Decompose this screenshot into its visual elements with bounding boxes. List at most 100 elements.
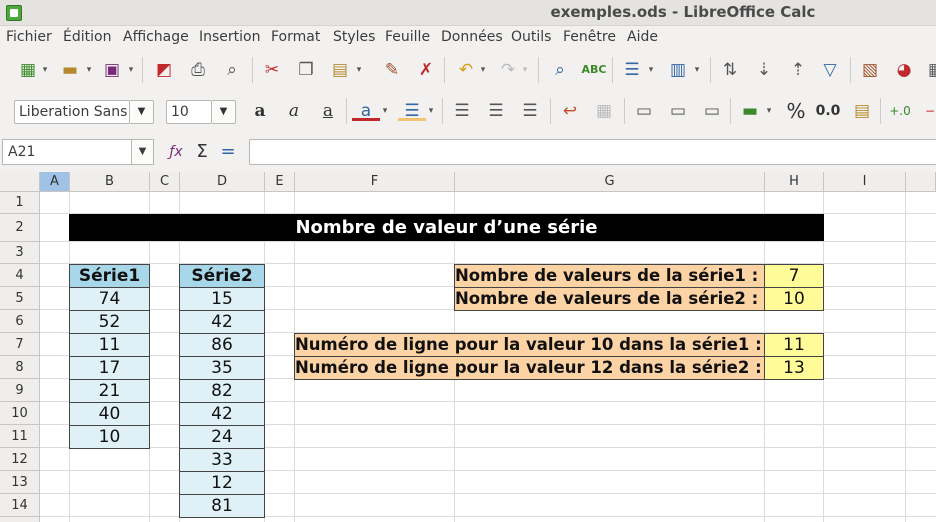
- menu-format[interactable]: Format: [271, 29, 320, 45]
- serie2-header[interactable]: Série2: [179, 264, 265, 288]
- spelling-icon[interactable]: ABC: [580, 57, 608, 83]
- column-header-a[interactable]: A: [40, 172, 70, 192]
- underline-icon[interactable]: a: [314, 98, 342, 124]
- delete-decimal-icon[interactable]: −: [916, 98, 936, 124]
- add-decimal-icon[interactable]: +.0: [886, 98, 914, 124]
- align-left-icon[interactable]: ☰: [448, 98, 476, 124]
- serie2-cell[interactable]: 86: [179, 333, 265, 357]
- italic-icon[interactable]: a: [280, 98, 308, 124]
- redo-icon[interactable]: ↷: [494, 57, 522, 83]
- serie2-cell[interactable]: 82: [179, 379, 265, 403]
- row-icon[interactable]: ☰: [618, 57, 646, 83]
- column-header-h[interactable]: H: [765, 172, 824, 192]
- column-icon[interactable]: ▥: [664, 57, 692, 83]
- open-folder-icon[interactable]: ▬: [56, 57, 84, 83]
- serie1-cell[interactable]: 52: [69, 310, 150, 334]
- print-icon[interactable]: ⎙: [184, 57, 212, 83]
- row-header-12[interactable]: 12: [0, 448, 40, 471]
- new-dropdown-icon[interactable]: ▾: [40, 57, 50, 83]
- highlight-color-icon[interactable]: ☰: [398, 98, 426, 121]
- highlight-color-dropdown-icon[interactable]: ▾: [426, 98, 436, 124]
- serie2-cell[interactable]: 15: [179, 287, 265, 311]
- undo-icon[interactable]: ↶: [452, 57, 480, 83]
- serie2-cell[interactable]: 24: [179, 425, 265, 449]
- align-center-icon[interactable]: ☰: [482, 98, 510, 124]
- save-icon[interactable]: ▣: [98, 57, 126, 83]
- column-header-f[interactable]: F: [295, 172, 455, 192]
- row-dropdown-icon[interactable]: ▾: [646, 57, 656, 83]
- count-serie2-value[interactable]: 10: [764, 287, 824, 311]
- clone-formatting-icon[interactable]: ✎: [378, 57, 406, 83]
- row-header-8[interactable]: 8: [0, 356, 40, 379]
- font-size-dropdown-icon[interactable]: ▼: [212, 100, 236, 124]
- menu-donnees[interactable]: Données: [441, 29, 503, 45]
- row-header-3[interactable]: 3: [0, 242, 40, 264]
- row-value10-label[interactable]: Numéro de ligne pour la valeur 10 dans l…: [294, 333, 765, 357]
- row-value12-value[interactable]: 13: [764, 356, 824, 380]
- menu-insertion[interactable]: Insertion: [199, 29, 260, 45]
- serie2-cell[interactable]: 12: [179, 471, 265, 495]
- serie1-cell[interactable]: 74: [69, 287, 150, 311]
- redo-dropdown-icon[interactable]: ▾: [520, 57, 530, 83]
- column-dropdown-icon[interactable]: ▾: [692, 57, 702, 83]
- export-pdf-icon[interactable]: ◩: [150, 57, 178, 83]
- menu-aide[interactable]: Aide: [627, 29, 658, 45]
- open-dropdown-icon[interactable]: ▾: [84, 57, 94, 83]
- new-document-icon[interactable]: ▦: [14, 57, 42, 83]
- formula-input[interactable]: [249, 139, 936, 165]
- menu-outils[interactable]: Outils: [511, 29, 551, 45]
- row-header-5[interactable]: 5: [0, 287, 40, 310]
- autofilter-icon[interactable]: ▽: [816, 57, 844, 83]
- font-name-dropdown-icon[interactable]: ▼: [130, 100, 154, 124]
- row-value10-value[interactable]: 11: [764, 333, 824, 357]
- row-header-1[interactable]: 1: [0, 192, 40, 214]
- serie2-cell[interactable]: 42: [179, 310, 265, 334]
- pivot-table-icon[interactable]: ▦: [922, 57, 936, 83]
- serie2-cell[interactable]: 33: [179, 448, 265, 472]
- serie2-cell[interactable]: 42: [179, 402, 265, 426]
- number-format-icon[interactable]: 0.0: [814, 98, 842, 124]
- serie2-cell[interactable]: 81: [179, 494, 265, 518]
- serie2-cell[interactable]: 35: [179, 356, 265, 380]
- row-header-2[interactable]: 2: [0, 214, 40, 242]
- font-name-combo[interactable]: Liberation Sans: [14, 100, 130, 124]
- align-bottom-icon[interactable]: ▭: [698, 98, 726, 124]
- clear-formatting-icon[interactable]: ✗: [412, 57, 440, 83]
- font-size-combo[interactable]: 10: [166, 100, 212, 124]
- insert-chart-icon[interactable]: ◕: [890, 57, 918, 83]
- find-replace-icon[interactable]: ⌕: [546, 57, 574, 83]
- row-header-6[interactable]: 6: [0, 310, 40, 333]
- undo-dropdown-icon[interactable]: ▾: [478, 57, 488, 83]
- menu-affichage[interactable]: Affichage: [123, 29, 189, 45]
- wrap-text-icon[interactable]: ↩: [556, 98, 584, 124]
- row-header-14[interactable]: 14: [0, 494, 40, 517]
- row-header-7[interactable]: 7: [0, 333, 40, 356]
- currency-dropdown-icon[interactable]: ▾: [764, 98, 774, 124]
- count-serie1-value[interactable]: 7: [764, 264, 824, 288]
- sort-descending-icon[interactable]: ⇡: [784, 57, 812, 83]
- menu-fichier[interactable]: Fichier: [6, 29, 52, 45]
- column-header-c[interactable]: C: [150, 172, 180, 192]
- bold-icon[interactable]: a: [246, 98, 274, 124]
- menu-fenetre[interactable]: Fenêtre: [563, 29, 616, 45]
- row-header-15[interactable]: [0, 517, 40, 522]
- serie1-cell[interactable]: 11: [69, 333, 150, 357]
- cut-icon[interactable]: ✂: [258, 57, 286, 83]
- column-header-b[interactable]: B: [70, 172, 150, 192]
- font-color-icon[interactable]: a: [352, 98, 380, 121]
- date-format-icon[interactable]: ▤: [848, 98, 876, 124]
- align-middle-icon[interactable]: ▭: [664, 98, 692, 124]
- serie1-header[interactable]: Série1: [69, 264, 150, 288]
- insert-image-icon[interactable]: ▧: [856, 57, 884, 83]
- sum-icon[interactable]: Σ: [188, 139, 216, 165]
- sort-icon[interactable]: ⇅: [716, 57, 744, 83]
- menu-styles[interactable]: Styles: [333, 29, 375, 45]
- count-serie1-label[interactable]: Nombre de valeurs de la série1 :: [454, 264, 765, 288]
- align-top-icon[interactable]: ▭: [630, 98, 658, 124]
- select-all-corner[interactable]: [0, 172, 40, 192]
- name-box[interactable]: A21: [2, 139, 132, 165]
- column-header-e[interactable]: E: [265, 172, 295, 192]
- column-header-d[interactable]: D: [180, 172, 265, 192]
- row-header-9[interactable]: 9: [0, 379, 40, 402]
- row-header-4[interactable]: 4: [0, 264, 40, 287]
